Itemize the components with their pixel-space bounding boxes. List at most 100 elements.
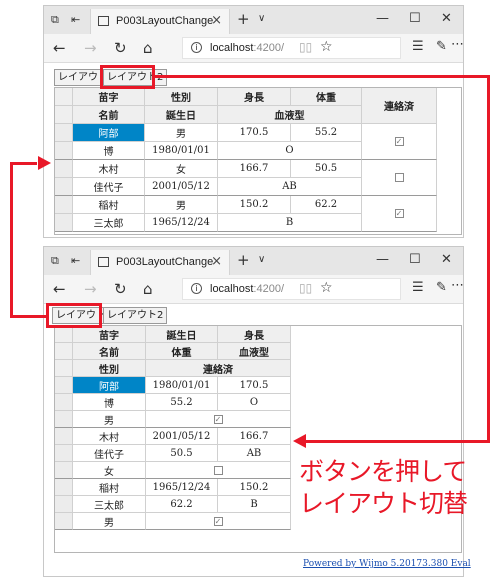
- row-header[interactable]: [55, 513, 73, 530]
- close-window-icon[interactable]: ✕: [441, 11, 452, 26]
- cell-contacted[interactable]: ✓: [362, 196, 437, 232]
- pen-icon[interactable]: ✎: [436, 280, 447, 295]
- row-header[interactable]: [55, 124, 73, 142]
- url-text[interactable]: localhost:4200/: [210, 283, 284, 295]
- cell-given-name[interactable]: 佳代子: [73, 178, 145, 196]
- set-aside-tabs-icon[interactable]: ⇤: [71, 254, 80, 267]
- star-icon[interactable]: ☆: [320, 280, 333, 296]
- cell-given-name[interactable]: 博: [73, 142, 145, 160]
- cell-surname[interactable]: 阿部: [73, 377, 146, 394]
- cell-birthday[interactable]: 2001/05/12: [146, 428, 218, 445]
- row-header[interactable]: [55, 214, 73, 232]
- column-header-height[interactable]: 身長: [218, 326, 291, 343]
- row-header[interactable]: [55, 343, 73, 360]
- column-header-gender[interactable]: 性別: [73, 360, 146, 377]
- cell-weight[interactable]: 62.2: [291, 196, 362, 214]
- info-icon[interactable]: i: [191, 42, 202, 53]
- row-header[interactable]: [55, 142, 73, 160]
- column-header-gender[interactable]: 性別: [145, 88, 218, 106]
- info-icon[interactable]: i: [191, 283, 202, 294]
- wijmo-link[interactable]: Powered by Wijmo 5.20173.380 Eval: [303, 559, 471, 569]
- more-icon[interactable]: ⋯: [451, 37, 464, 52]
- cell-surname[interactable]: 稲村: [73, 479, 146, 496]
- close-window-icon[interactable]: ✕: [441, 252, 452, 267]
- minimize-icon[interactable]: —: [376, 252, 389, 267]
- column-header-given-name[interactable]: 名前: [73, 343, 146, 360]
- browser-tab[interactable]: P003LayoutChange ×: [90, 250, 230, 275]
- column-header-blood-type[interactable]: 血液型: [218, 343, 291, 360]
- row-header[interactable]: [55, 445, 73, 462]
- row-header[interactable]: [55, 196, 73, 214]
- cell-contacted[interactable]: ✓: [146, 513, 291, 530]
- hub-icon[interactable]: ☰: [412, 39, 424, 54]
- cell-weight[interactable]: 50.5: [146, 445, 218, 462]
- row-header[interactable]: [55, 106, 73, 124]
- plus-icon[interactable]: +: [237, 10, 250, 28]
- cell-gender[interactable]: 男: [73, 513, 146, 530]
- maximize-icon[interactable]: ☐: [409, 11, 421, 26]
- pen-icon[interactable]: ✎: [436, 39, 447, 54]
- cell-surname[interactable]: 阿部: [73, 124, 145, 142]
- cell-blood-type[interactable]: AB: [218, 178, 362, 196]
- column-header-blood-type[interactable]: 血液型: [218, 106, 362, 124]
- column-header-birthday[interactable]: 誕生日: [145, 106, 218, 124]
- contacted-checkbox[interactable]: ✓: [394, 137, 404, 146]
- column-header-weight[interactable]: 体重: [146, 343, 218, 360]
- forward-arrow-icon[interactable]: →: [84, 39, 97, 57]
- refresh-icon[interactable]: ↻: [114, 39, 127, 57]
- more-icon[interactable]: ⋯: [451, 278, 464, 293]
- contacted-checkbox[interactable]: ✓: [213, 516, 223, 526]
- row-header[interactable]: [55, 178, 73, 196]
- forward-arrow-icon[interactable]: →: [84, 280, 97, 298]
- column-header-contacted[interactable]: 連絡済: [362, 88, 437, 124]
- cell-blood-type[interactable]: O: [218, 394, 291, 411]
- cell-birthday[interactable]: 1980/01/01: [146, 377, 218, 394]
- row-header[interactable]: [55, 428, 73, 445]
- cell-contacted[interactable]: [146, 462, 291, 479]
- minimize-icon[interactable]: —: [376, 11, 389, 26]
- cell-gender[interactable]: 女: [73, 462, 146, 479]
- row-header[interactable]: [55, 160, 73, 178]
- cell-blood-type[interactable]: B: [218, 496, 291, 513]
- row-header[interactable]: [55, 411, 73, 428]
- column-header-birthday[interactable]: 誕生日: [146, 326, 218, 343]
- cell-given-name[interactable]: 三太郎: [73, 214, 145, 232]
- cell-surname[interactable]: 木村: [73, 428, 146, 445]
- row-header[interactable]: [55, 377, 73, 394]
- cell-blood-type[interactable]: B: [218, 214, 362, 232]
- layout2-button[interactable]: レイアウト2: [103, 307, 168, 324]
- home-icon[interactable]: ⌂: [143, 39, 153, 57]
- row-header[interactable]: [55, 394, 73, 411]
- cell-birthday[interactable]: 1980/01/01: [145, 142, 218, 160]
- back-arrow-icon[interactable]: ←: [53, 39, 66, 57]
- refresh-icon[interactable]: ↻: [114, 280, 127, 298]
- close-tab-icon[interactable]: ×: [211, 254, 222, 269]
- cell-gender[interactable]: 男: [145, 196, 218, 214]
- cell-contacted[interactable]: [362, 160, 437, 196]
- cell-gender[interactable]: 男: [73, 411, 146, 428]
- contacted-checkbox[interactable]: [213, 465, 223, 475]
- address-bar[interactable]: i localhost:4200/ ▯▯ ☆: [182, 278, 401, 300]
- cell-blood-type[interactable]: AB: [218, 445, 291, 462]
- home-icon[interactable]: ⌂: [143, 280, 153, 298]
- cell-given-name[interactable]: 三太郎: [73, 496, 146, 513]
- reading-view-icon[interactable]: ▯▯: [299, 281, 312, 295]
- column-header-surname[interactable]: 苗字: [73, 88, 145, 106]
- browser-tab[interactable]: P003LayoutChange ×: [90, 9, 230, 34]
- cell-height[interactable]: 150.2: [218, 196, 291, 214]
- cell-height[interactable]: 166.7: [218, 160, 291, 178]
- contacted-checkbox[interactable]: ✓: [394, 209, 404, 218]
- row-header[interactable]: [55, 326, 73, 343]
- back-arrow-icon[interactable]: ←: [53, 280, 66, 298]
- chevron-down-icon[interactable]: ∨: [258, 254, 265, 265]
- cell-height[interactable]: 170.5: [218, 377, 291, 394]
- cell-height[interactable]: 170.5: [218, 124, 291, 142]
- close-tab-icon[interactable]: ×: [211, 13, 222, 28]
- row-header[interactable]: [55, 360, 73, 377]
- row-header[interactable]: [55, 462, 73, 479]
- cell-height[interactable]: 150.2: [218, 479, 291, 496]
- cell-birthday[interactable]: 1965/12/24: [146, 479, 218, 496]
- reading-view-icon[interactable]: ▯▯: [299, 40, 312, 54]
- set-aside-tabs-icon[interactable]: ⇤: [71, 13, 80, 26]
- star-icon[interactable]: ☆: [320, 39, 333, 55]
